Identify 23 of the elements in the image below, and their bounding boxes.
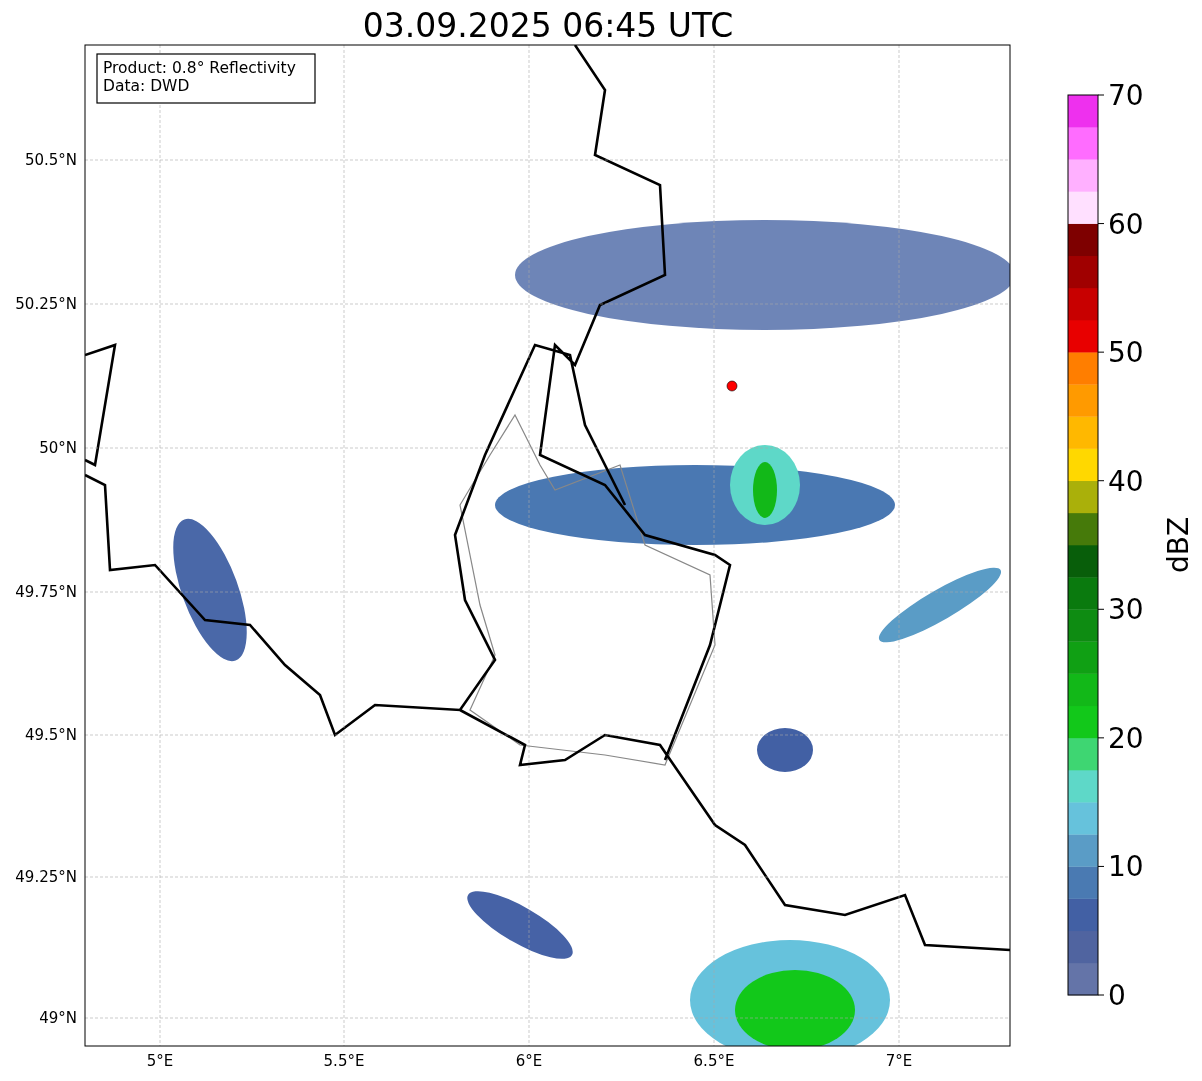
chart-title: 03.09.2025 06:45 UTC xyxy=(362,6,734,45)
x-tick-label: 6°E xyxy=(515,1052,543,1070)
colorbar-tick-label: 20 xyxy=(1108,721,1144,755)
info-box: Product: 0.8° Reflectivity Data: DWD xyxy=(96,53,316,104)
x-tick-label: 7°E xyxy=(885,1052,913,1070)
colorbar-tick-label: 70 xyxy=(1108,79,1144,112)
y-tick-label: 49.75°N xyxy=(15,583,77,601)
colorbar-tick-label: 40 xyxy=(1108,464,1144,498)
colorbar-tick-label: 0 xyxy=(1108,979,1126,1012)
y-tick-label: 50.5°N xyxy=(24,151,77,169)
y-tick-label: 49°N xyxy=(39,1009,77,1027)
y-tick-label: 50°N xyxy=(39,439,77,457)
colorbar-tick-label: 30 xyxy=(1108,593,1144,627)
colorbar-tick-label: 50 xyxy=(1108,336,1144,370)
y-tick-label: 49.5°N xyxy=(24,726,77,744)
y-tick-label: 50.25°N xyxy=(15,295,77,313)
x-tick-label: 5°E xyxy=(146,1052,174,1070)
colorbar-tick-label: 60 xyxy=(1108,207,1144,241)
colorbar-tick-label: 10 xyxy=(1108,850,1144,884)
colorbar-label: dBZ xyxy=(1162,516,1195,574)
x-tick-label: 5.5°E xyxy=(323,1052,365,1070)
x-tick-label: 6.5°E xyxy=(693,1052,735,1070)
y-tick-label: 49.25°N xyxy=(15,868,77,886)
